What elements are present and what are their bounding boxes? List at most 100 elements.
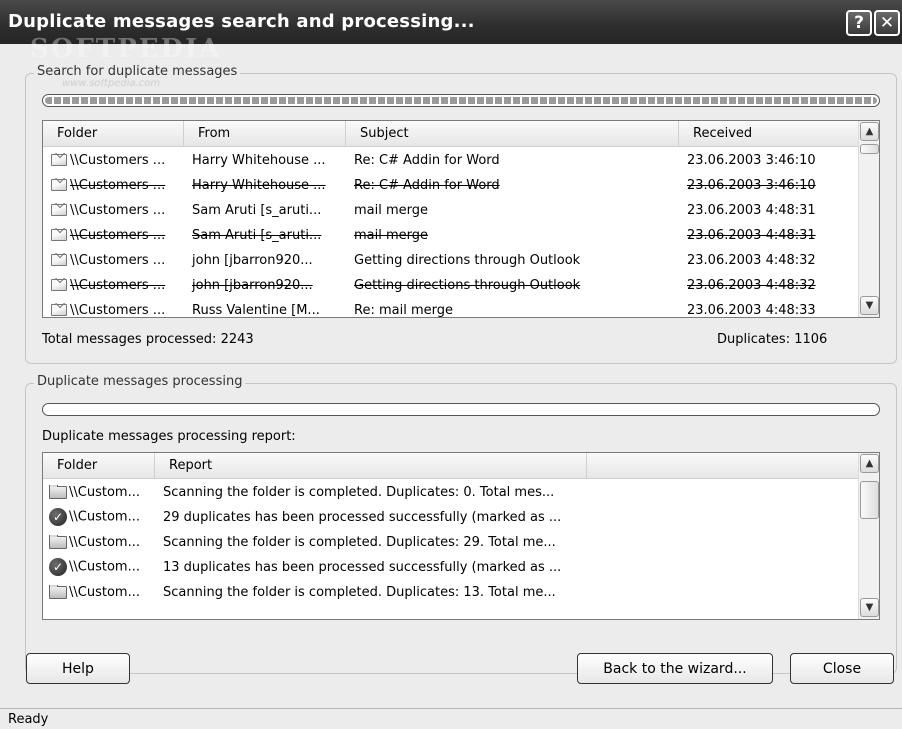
cell-text: Re: C# Addin for Word — [354, 152, 500, 168]
cell-from: Sam Aruti [s_aruti... — [184, 228, 346, 243]
cell-text: 23.06.2003 4:48:33 — [687, 302, 816, 318]
duplicates-value: 1106 — [794, 332, 828, 347]
list-item[interactable]: \\Custom... Scanning the folder is comple… — [43, 480, 859, 504]
envelope-icon — [51, 304, 67, 316]
list-item[interactable]: ✓ \\Custom... 29 duplicates has been proce… — [43, 505, 859, 529]
cell-text: \\Customers ... — [70, 227, 166, 243]
cell-text: 23.06.2003 3:46:10 — [687, 152, 816, 168]
report-list[interactable]: Folder Report \\Custom... Scanning the fo… — [42, 452, 880, 620]
cell-text: Re: mail merge — [354, 302, 453, 318]
column-report-filler — [587, 453, 859, 479]
cell-report: Scanning the folder is completed. Duplic… — [161, 585, 601, 600]
cell-report: Scanning the folder is completed. Duplic… — [161, 485, 601, 500]
column-folder[interactable]: Folder — [43, 121, 184, 147]
scroll-down-icon[interactable]: ▼ — [860, 296, 879, 315]
report-list-scrollbar[interactable]: ▲ ▼ — [858, 453, 879, 619]
cell-folder: \\Customers ... — [43, 228, 184, 243]
cell-text: mail merge — [354, 227, 429, 243]
scroll-thumb[interactable] — [860, 144, 879, 154]
window-title: Duplicate messages search and processing… — [8, 11, 475, 32]
table-row[interactable]: \\Customers ... Sam Aruti [s_aruti... mail… — [43, 223, 859, 247]
processing-group-legend: Duplicate messages processing — [34, 374, 246, 389]
column-report[interactable]: Report — [155, 453, 587, 479]
cell-text: \\Custom... — [69, 584, 140, 600]
scroll-up-icon[interactable]: ▲ — [860, 454, 879, 473]
cell-text: 29 duplicates has been processed success… — [163, 509, 562, 525]
check-icon: ✓ — [49, 508, 67, 526]
cell-folder: \\Customers ... — [43, 303, 184, 317]
list-item[interactable]: \\Custom... Scanning the folder is comple… — [43, 530, 859, 554]
cell-folder: \\Customers ... — [43, 278, 184, 293]
cell-folder: \\Customers ... — [43, 253, 184, 268]
cell-from: john [jbarron920... — [184, 253, 346, 268]
folder-icon — [49, 484, 67, 499]
cell-subject: Re: mail merge — [346, 303, 679, 318]
report-list-header: Folder Report — [43, 453, 859, 479]
list-item[interactable]: ✓ \\Custom... 13 duplicates has been proce… — [43, 555, 859, 579]
cell-text: john [jbarron920... — [192, 252, 313, 268]
cell-text: Re: C# Addin for Word — [354, 177, 500, 193]
table-row[interactable]: \\Customers ... Russ Valentine [M... Re: m… — [43, 298, 859, 318]
cell-report: 29 duplicates has been processed success… — [161, 510, 601, 525]
cell-folder: ✓ \\Custom... — [43, 558, 161, 576]
table-row[interactable]: \\Customers ... Harry Whitehouse ... Re: C… — [43, 173, 859, 197]
cell-text: \\Customers ... — [70, 152, 166, 168]
processing-report-label: Duplicate messages processing report: — [42, 429, 296, 444]
help-title-button[interactable]: ? — [846, 10, 872, 36]
back-to-wizard-button[interactable]: Back to the wizard... — [577, 653, 773, 684]
search-progress-bar — [42, 94, 880, 107]
duplicates-list-scrollbar[interactable]: ▲ ▼ — [858, 121, 879, 317]
column-subject[interactable]: Subject — [346, 121, 679, 147]
duplicates-list[interactable]: Folder From Subject Received \\Customers… — [42, 120, 880, 318]
cell-text: \\Custom... — [69, 534, 140, 550]
list-item[interactable]: \\Custom... Scanning the folder is comple… — [43, 580, 859, 604]
close-icon: ✕ — [879, 13, 895, 33]
envelope-icon — [51, 204, 67, 216]
cell-text: \\Custom... — [69, 484, 140, 500]
folder-icon — [49, 534, 67, 549]
processing-progress-bar — [42, 403, 880, 416]
scroll-down-icon[interactable]: ▼ — [860, 598, 879, 617]
scroll-thumb[interactable] — [860, 481, 879, 519]
cell-text: john [jbarron920... — [192, 277, 313, 293]
cell-folder: \\Customers ... — [43, 203, 184, 218]
status-text: Ready — [8, 712, 49, 727]
column-received[interactable]: Received — [679, 121, 859, 147]
cell-text: 23.06.2003 4:48:32 — [687, 252, 816, 268]
folder-icon — [49, 584, 67, 599]
cell-text: Scanning the folder is completed. Duplic… — [163, 534, 556, 550]
scroll-up-icon[interactable]: ▲ — [860, 122, 879, 141]
watermark-logo: SOFTPEDIA — [30, 34, 222, 64]
close-button[interactable]: Close — [790, 653, 894, 684]
cell-folder: \\Custom... — [43, 584, 161, 600]
table-row[interactable]: \\Customers ... john [jbarron920... Gettin… — [43, 248, 859, 272]
cell-folder: \\Customers ... — [43, 153, 184, 168]
help-button[interactable]: Help — [26, 653, 130, 684]
cell-text: \\Customers ... — [70, 277, 166, 293]
total-messages-label: Total messages processed: 2243 — [42, 332, 254, 347]
column-report-folder[interactable]: Folder — [43, 453, 155, 479]
cell-subject: Getting directions through Outlook — [346, 278, 679, 293]
envelope-icon — [51, 154, 67, 166]
cell-from: Sam Aruti [s_aruti... — [184, 203, 346, 218]
column-from[interactable]: From — [184, 121, 346, 147]
total-label-text: Total messages processed: — [42, 332, 217, 347]
cell-folder: \\Custom... — [43, 484, 161, 500]
duplicates-count-label: Duplicates: 1106 — [717, 332, 827, 347]
cell-received: 23.06.2003 4:48:31 — [679, 228, 859, 243]
table-row[interactable]: \\Customers ... Harry Whitehouse ... Re: C… — [43, 148, 859, 172]
close-title-button[interactable]: ✕ — [874, 10, 900, 36]
cell-received: 23.06.2003 3:46:10 — [679, 178, 859, 193]
cell-text: Sam Aruti [s_aruti... — [192, 202, 322, 218]
cell-from: john [jbarron920... — [184, 278, 346, 293]
cell-text: \\Customers ... — [70, 252, 166, 268]
check-icon: ✓ — [49, 558, 67, 576]
cell-text: \\Customers ... — [70, 202, 166, 218]
cell-text: 23.06.2003 4:48:31 — [687, 227, 816, 243]
cell-text: 23.06.2003 4:48:31 — [687, 202, 816, 218]
cell-subject: Re: C# Addin for Word — [346, 178, 679, 193]
cell-text: Harry Whitehouse ... — [192, 152, 326, 168]
table-row[interactable]: \\Customers ... Sam Aruti [s_aruti... mail… — [43, 198, 859, 222]
table-row[interactable]: \\Customers ... john [jbarron920... Gettin… — [43, 273, 859, 297]
cell-text: 23.06.2003 3:46:10 — [687, 177, 816, 193]
